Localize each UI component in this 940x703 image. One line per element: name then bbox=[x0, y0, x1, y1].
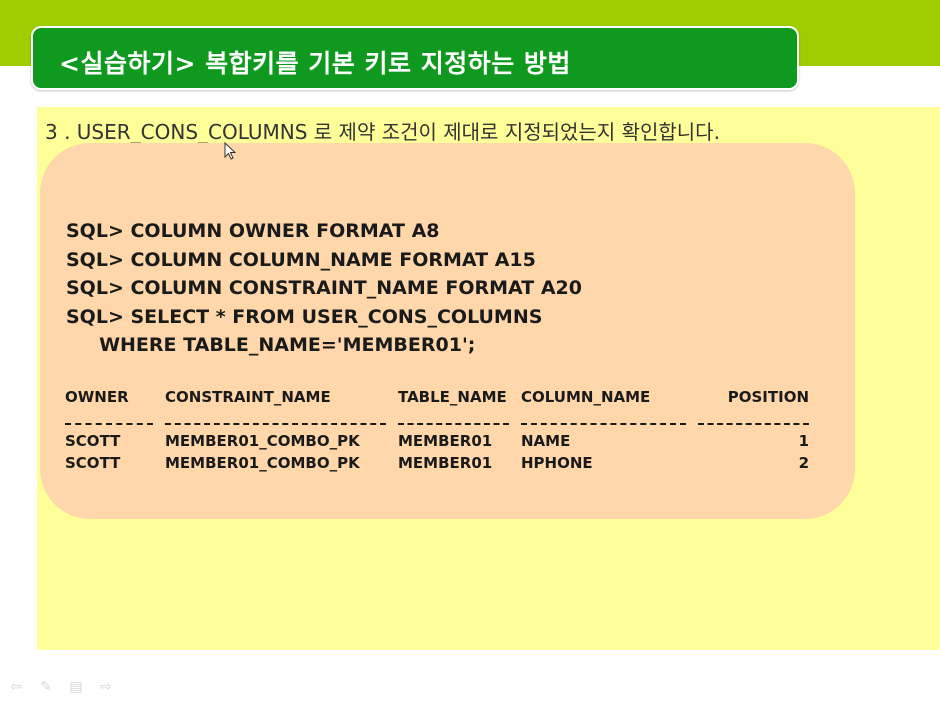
slideshow-controls: ⇦ ✎ ▤ ⇨ bbox=[6, 679, 116, 695]
separator-dash bbox=[698, 423, 809, 425]
column-header: TABLE_NAME bbox=[398, 388, 507, 406]
table-cell: 1 bbox=[798, 432, 809, 450]
instruction-text: 3 . USER_CONS_COLUMNS 로 제약 조건이 제대로 지정되었는… bbox=[45, 120, 720, 144]
separator-dash bbox=[65, 423, 153, 425]
column-header: OWNER bbox=[65, 388, 129, 406]
table-cell: MEMBER01_COMBO_PK bbox=[165, 454, 360, 472]
next-arrow-icon[interactable]: ⇨ bbox=[96, 679, 116, 695]
menu-icon[interactable]: ▤ bbox=[66, 679, 86, 695]
table-cell: SCOTT bbox=[65, 432, 121, 450]
column-header: CONSTRAINT_NAME bbox=[165, 388, 331, 406]
mouse-cursor-icon bbox=[224, 142, 237, 160]
column-header: COLUMN_NAME bbox=[521, 388, 651, 406]
sql-line: WHERE TABLE_NAME='MEMBER01'; bbox=[66, 334, 476, 356]
sql-line: SQL> COLUMN OWNER FORMAT A8 bbox=[66, 220, 440, 242]
previous-arrow-icon[interactable]: ⇦ bbox=[6, 679, 26, 695]
sql-line: SQL> COLUMN CONSTRAINT_NAME FORMAT A20 bbox=[66, 277, 582, 299]
table-cell: HPHONE bbox=[521, 454, 593, 472]
slide-title: <실습하기> 복합키를 기본 키로 지정하는 방법 bbox=[59, 49, 571, 78]
table-cell: MEMBER01_COMBO_PK bbox=[165, 432, 360, 450]
column-header: POSITION bbox=[727, 388, 809, 406]
table-cell: MEMBER01 bbox=[398, 432, 493, 450]
table-cell: MEMBER01 bbox=[398, 454, 493, 472]
pen-icon[interactable]: ✎ bbox=[36, 679, 56, 695]
sql-commands: SQL> COLUMN OWNER FORMAT A8 SQL> COLUMN … bbox=[66, 217, 582, 360]
slide-title-bar: <실습하기> 복합키를 기본 키로 지정하는 방법 bbox=[31, 26, 799, 90]
separator-dash bbox=[398, 423, 509, 425]
table-cell: 2 bbox=[798, 454, 809, 472]
separator-dash bbox=[521, 423, 686, 425]
sql-line: SQL> SELECT * FROM USER_CONS_COLUMNS bbox=[66, 305, 543, 328]
sql-line: SQL> COLUMN COLUMN_NAME FORMAT A15 bbox=[66, 248, 536, 271]
table-cell: SCOTT bbox=[65, 454, 121, 472]
table-cell: NAME bbox=[521, 432, 571, 450]
separator-dash bbox=[165, 423, 386, 425]
